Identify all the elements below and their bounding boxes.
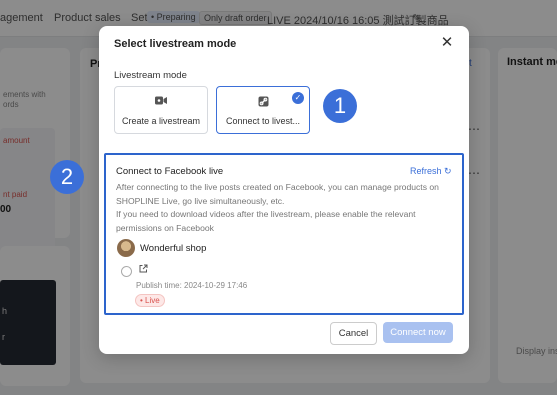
option-create-livestream[interactable]: Create a livestream xyxy=(114,86,208,134)
publish-time: Publish time: 2024-10-29 17:46 xyxy=(136,281,248,290)
dialog-title: Select livestream mode xyxy=(114,38,237,50)
external-link-icon[interactable] xyxy=(139,264,148,275)
description-line: If you need to download videos after the… xyxy=(116,209,416,219)
option-label: Connect to livest... xyxy=(225,116,301,126)
connect-now-button[interactable]: Connect now xyxy=(383,322,453,343)
refresh-icon: ↻ xyxy=(444,166,452,176)
live-status-badge: • Live xyxy=(135,294,165,307)
check-icon: ✓ xyxy=(292,92,304,104)
livestream-mode-label: Livestream mode xyxy=(114,70,187,81)
shop-name: Wonderful shop xyxy=(140,243,207,254)
step-1-marker: 1 xyxy=(323,89,357,123)
facebook-section-title: Connect to Facebook live xyxy=(116,166,224,177)
shop-avatar xyxy=(117,239,135,257)
close-icon[interactable]: ✕ xyxy=(439,35,455,51)
facebook-description: After connecting to the live posts creat… xyxy=(116,181,446,235)
select-livestream-mode-dialog: Select livestream mode ✕ Livestream mode… xyxy=(99,26,469,354)
cancel-button[interactable]: Cancel xyxy=(330,322,377,345)
refresh-label: Refresh xyxy=(410,166,442,176)
refresh-button[interactable]: Refresh ↻ xyxy=(410,166,452,177)
video-camera-icon xyxy=(115,96,207,108)
step-2-marker: 2 xyxy=(50,160,84,194)
facebook-live-section: Connect to Facebook live Refresh ↻ After… xyxy=(104,153,464,315)
option-label: Create a livestream xyxy=(121,116,201,126)
live-post-radio[interactable] xyxy=(121,266,132,277)
option-connect-livestream[interactable]: Connect to livest... ✓ xyxy=(216,86,310,134)
description-line: SHOPLINE Live, go live simultaneously, e… xyxy=(116,195,285,206)
description-line: After connecting to the live posts creat… xyxy=(116,182,439,192)
description-line: permissions on Facebook xyxy=(116,222,214,233)
